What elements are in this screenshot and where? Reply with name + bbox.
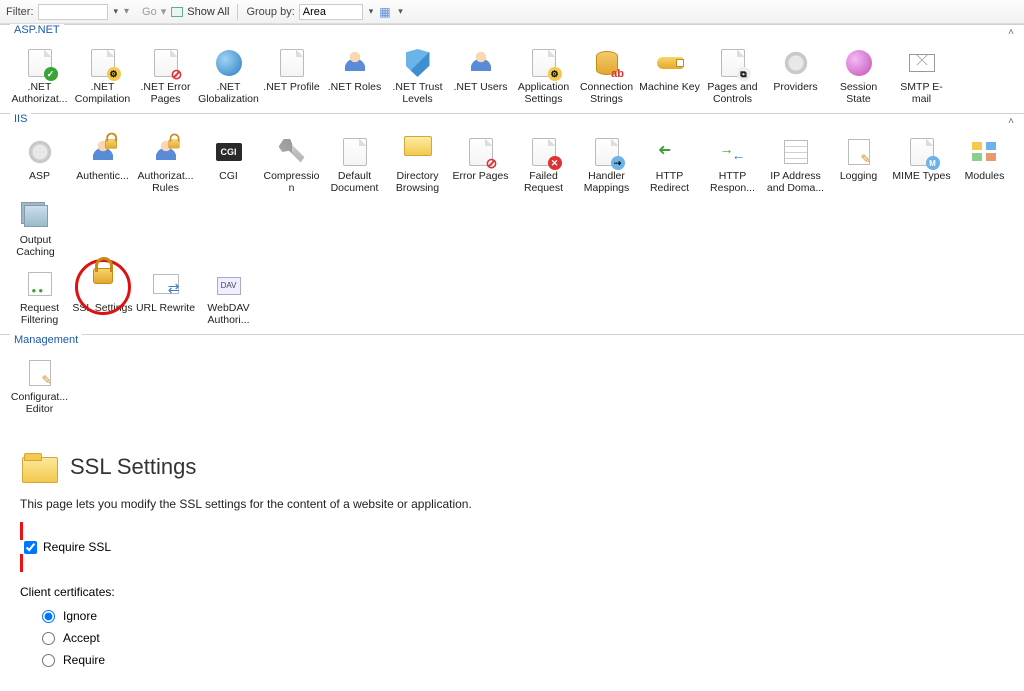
feature-handler-mappings[interactable]: ⇢Handler Mappings (575, 132, 638, 196)
feature-providers[interactable]: Providers (764, 43, 827, 107)
show-all-button[interactable]: Show All (170, 5, 229, 19)
feature-machine-key[interactable]: Machine Key (638, 43, 701, 107)
feature-net-compilation[interactable]: ⚙.NET Compilation (71, 43, 134, 107)
filter-dropdown-icon[interactable]: ▾ (112, 6, 121, 17)
client-cert-ignore-radio[interactable] (42, 610, 55, 623)
radio-row-accept[interactable]: Accept (20, 627, 1004, 649)
client-cert-require-radio[interactable] (42, 654, 55, 667)
feature-http-redirect[interactable]: HTTP Redirect (638, 132, 701, 196)
feature-modules[interactable]: Modules (953, 132, 1016, 196)
radio-row-require[interactable]: Require (20, 649, 1004, 671)
feature-http-response-headers[interactable]: HTTP Respon... (701, 132, 764, 196)
feature-configuration-editor[interactable]: Configurat... Editor (8, 353, 71, 417)
group-iis: IIS ˄ ASP Authentic... Authorizat... Rul… (0, 113, 1024, 334)
feature-pages-and-controls[interactable]: ⧉Pages and Controls (701, 43, 764, 107)
client-cert-ignore-label: Ignore (63, 609, 97, 623)
groupby-label: Group by: (246, 6, 294, 18)
view-grid-icon (379, 5, 393, 19)
filter-label: Filter: (6, 6, 34, 18)
groupby-dropdown-icon[interactable]: ▾ (367, 6, 376, 17)
feature-net-profile[interactable]: .NET Profile (260, 43, 323, 107)
feature-default-document[interactable]: Default Document (323, 132, 386, 196)
filter-icon (124, 5, 138, 19)
feature-asp[interactable]: ASP (8, 132, 71, 196)
group-iis-label: IIS (10, 113, 31, 125)
collapse-iis-icon[interactable]: ˄ (1008, 116, 1014, 127)
feature-compression[interactable]: Compression (260, 132, 323, 196)
feature-webdav-authoring[interactable]: DAVWebDAV Authori... (197, 264, 260, 328)
feature-net-roles[interactable]: .NET Roles (323, 43, 386, 107)
require-ssl-checkbox[interactable] (24, 541, 37, 554)
show-all-label: Show All (187, 6, 229, 18)
feature-net-trust-levels[interactable]: .NET Trust Levels (386, 43, 449, 107)
feature-session-state[interactable]: Session State (827, 43, 890, 107)
feature-cgi[interactable]: CGICGI (197, 132, 260, 196)
view-mode-button[interactable]: ▾ (379, 5, 405, 19)
collapse-aspnet-icon[interactable]: ˄ (1008, 27, 1014, 38)
feature-error-pages[interactable]: ⊘Error Pages (449, 132, 512, 196)
feature-smtp-email[interactable]: SMTP E-mail (890, 43, 953, 107)
client-cert-accept-label: Accept (63, 631, 100, 645)
folder-icon (20, 451, 58, 483)
feature-connection-strings[interactable]: abConnection Strings (575, 43, 638, 107)
feature-net-globalization[interactable]: .NET Globalization (197, 43, 260, 107)
feature-ip-address-and-domain[interactable]: IP Address and Doma... (764, 132, 827, 196)
go-button[interactable]: Go (142, 6, 157, 18)
feature-authentication[interactable]: Authentic... (71, 132, 134, 196)
highlight-box-annotation: Require SSL (20, 522, 1004, 572)
feature-directory-browsing[interactable]: Directory Browsing (386, 132, 449, 196)
pane-ssl-settings: SSL Settings This page lets you modify t… (0, 423, 1024, 691)
feature-net-authorization[interactable]: ✓.NET Authorizat... (8, 43, 71, 107)
group-aspnet: ASP.NET ˄ ✓.NET Authorizat... ⚙.NET Comp… (0, 24, 1024, 113)
require-ssl-label: Require SSL (43, 540, 111, 554)
feature-logging[interactable]: Logging (827, 132, 890, 196)
feature-application-settings[interactable]: ⚙Application Settings (512, 43, 575, 107)
client-certificates-label: Client certificates: (20, 585, 1004, 599)
group-management: Management Configurat... Editor (0, 334, 1024, 423)
feature-failed-request-tracing[interactable]: ✕Failed Request Tra... (512, 132, 575, 196)
feature-authorization-rules[interactable]: Authorizat... Rules (134, 132, 197, 196)
feature-request-filtering[interactable]: Request Filtering (8, 264, 71, 328)
feature-net-users[interactable]: .NET Users (449, 43, 512, 107)
filter-input[interactable] (38, 4, 108, 20)
radio-row-ignore[interactable]: Ignore (20, 605, 1004, 627)
showall-icon (170, 5, 184, 19)
toolbar: Filter: ▾ Go ▾ Show All Group by: Area ▾… (0, 0, 1024, 24)
page-description: This page lets you modify the SSL settin… (20, 497, 1004, 511)
group-aspnet-label: ASP.NET (10, 24, 64, 36)
feature-ssl-settings[interactable]: SSL Settings (71, 264, 134, 328)
feature-output-caching[interactable]: Output Caching (8, 196, 63, 260)
client-cert-accept-radio[interactable] (42, 632, 55, 645)
groupby-select[interactable]: Area (299, 4, 363, 20)
feature-net-error-pages[interactable]: ⊘.NET Error Pages (134, 43, 197, 107)
client-cert-require-label: Require (63, 653, 105, 667)
group-management-label: Management (10, 334, 82, 346)
page-title: SSL Settings (70, 454, 196, 480)
feature-url-rewrite[interactable]: URL Rewrite (134, 264, 197, 328)
feature-mime-types[interactable]: MMIME Types (890, 132, 953, 196)
